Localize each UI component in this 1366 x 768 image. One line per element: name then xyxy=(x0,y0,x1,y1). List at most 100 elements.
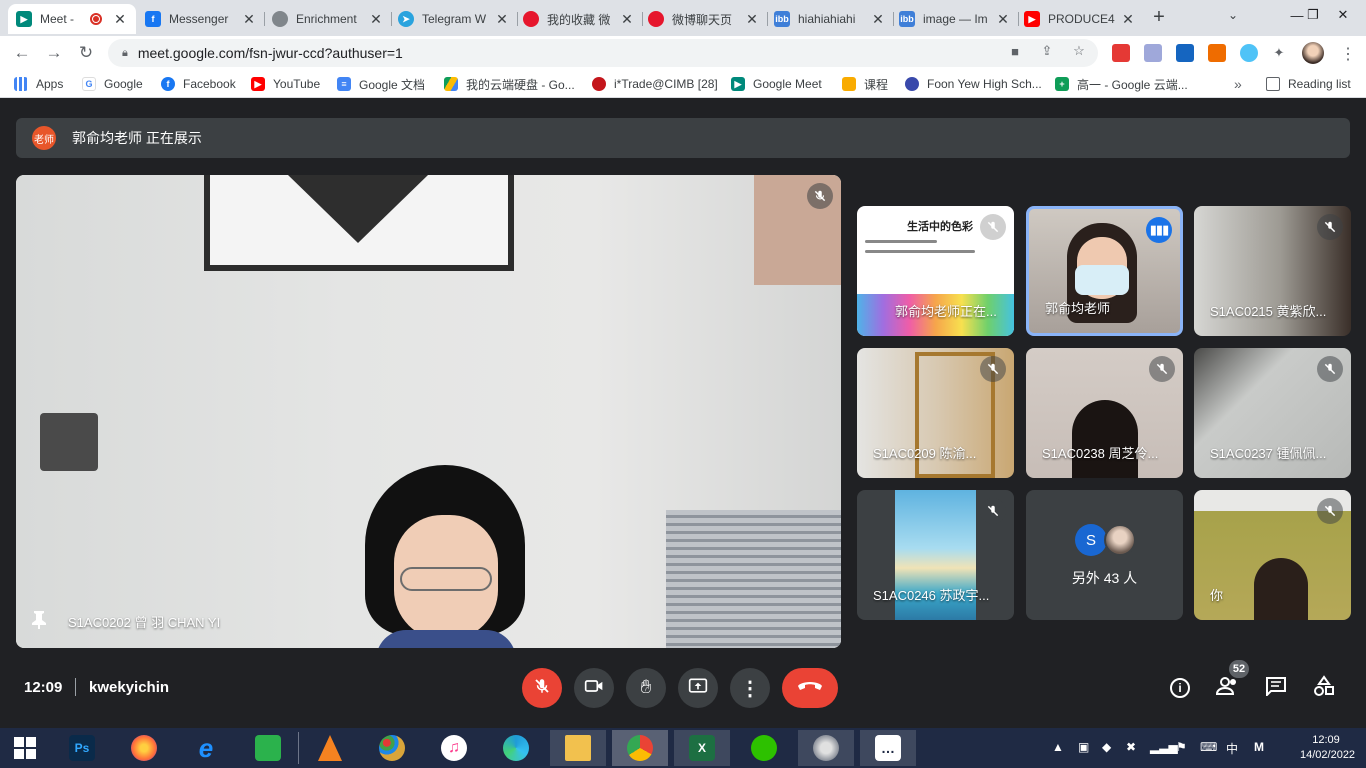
tile-participant-s1ac0246[interactable]: S1AC0246 苏政宇... xyxy=(857,490,1014,620)
bookmark-courses[interactable]: 课程 xyxy=(842,75,888,93)
more-bookmarks-chevron-icon[interactable]: » xyxy=(1234,75,1242,93)
tab-telegram[interactable]: ➤ Telegram W ✕ xyxy=(390,4,518,34)
bookmark-google-drive[interactable]: 我的云端硬盘 - Go... xyxy=(444,75,575,93)
tray-flag-icon[interactable]: ⚑ xyxy=(1176,740,1187,754)
bookmark-grade-sheet[interactable]: + 高一 - Google 云端... xyxy=(1055,75,1188,93)
tab-ibb-hiahia[interactable]: ibb hiahiahiahi ✕ xyxy=(766,4,894,34)
extension-screen-icon[interactable] xyxy=(1144,44,1162,62)
taskbar-speaker-app[interactable] xyxy=(798,730,854,766)
tile-participant-s1ac0237[interactable]: S1AC0237 锺佩佩... xyxy=(1194,348,1351,478)
tab-weibo-favorites[interactable]: 我的收藏 微 ✕ xyxy=(515,4,643,34)
ime-language-indicator[interactable]: 中 xyxy=(1226,740,1238,757)
presenting-banner: 老师 郭俞均老师 正在展示 xyxy=(16,118,1350,158)
extension-off-icon[interactable] xyxy=(1112,44,1130,62)
taskbar-file-explorer[interactable] xyxy=(550,730,606,766)
tray-box-icon[interactable]: ◆ xyxy=(1102,740,1111,754)
taskbar-vlc[interactable] xyxy=(302,730,358,766)
microphone-toggle-button[interactable] xyxy=(522,668,562,708)
bookmark-youtube[interactable]: ▶ YouTube xyxy=(251,75,320,93)
back-arrow-icon[interactable]: ← xyxy=(10,41,34,65)
reload-icon[interactable]: ↻ xyxy=(74,41,98,65)
tab-weibo-chat[interactable]: 微博聊天页 ✕ xyxy=(640,4,768,34)
profile-avatar[interactable] xyxy=(1302,42,1324,64)
tab-messenger[interactable]: f Messenger ✕ xyxy=(137,4,265,34)
close-tab-icon[interactable]: ✕ xyxy=(1120,11,1136,28)
extension-search-icon[interactable] xyxy=(1176,44,1194,62)
taskbar-excel[interactable]: X xyxy=(674,730,730,766)
reading-list-label: Reading list xyxy=(1288,77,1351,91)
tab-search-chevron-icon[interactable]: ⌄ xyxy=(1228,8,1238,22)
taskbar-edge[interactable] xyxy=(488,730,544,766)
bookmark-label: Google xyxy=(104,77,143,91)
bookmark-google-docs[interactable]: ≡ Google 文档 xyxy=(337,75,425,93)
tray-network-error-icon[interactable]: ✖ xyxy=(1126,740,1136,754)
new-tab-button[interactable]: + xyxy=(1148,6,1170,28)
close-tab-icon[interactable]: ✕ xyxy=(995,11,1011,28)
tray-keyboard-icon[interactable]: ⌨ xyxy=(1200,740,1217,754)
tile-participant-s1ac0238[interactable]: S1AC0238 周芝伶... xyxy=(1026,348,1183,478)
pin-icon[interactable] xyxy=(32,611,46,632)
close-tab-icon[interactable]: ✕ xyxy=(494,11,510,28)
tray-screen-icon[interactable]: ▣ xyxy=(1078,740,1089,754)
browser-menu-icon[interactable]: ⋮ xyxy=(1340,44,1356,64)
more-options-button[interactable]: ⋮ xyxy=(730,668,770,708)
share-icon[interactable]: ⇪ xyxy=(1038,42,1056,60)
pinned-video-tile[interactable]: S1AC0202 曾 羽 CHAN YI xyxy=(16,175,841,648)
tile-participant-s1ac0209[interactable]: S1AC0209 陈渝... xyxy=(857,348,1014,478)
camera-in-use-icon[interactable]: ■ xyxy=(1006,42,1024,60)
extension-tool-icon[interactable] xyxy=(1208,44,1226,62)
windows-start-button[interactable] xyxy=(0,730,50,766)
taskbar-internet-explorer[interactable]: e xyxy=(178,730,234,766)
camera-toggle-button[interactable] xyxy=(574,668,614,708)
tile-others[interactable]: S 另外 43 人 xyxy=(1026,490,1183,620)
extension-cloud-icon[interactable] xyxy=(1240,44,1258,62)
chat-button[interactable] xyxy=(1263,675,1289,701)
bookmark-label: Google Meet xyxy=(753,77,822,91)
close-tab-icon[interactable]: ✕ xyxy=(744,11,760,28)
taskbar-itunes[interactable]: ♫ xyxy=(426,730,482,766)
taskbar-paint[interactable] xyxy=(364,730,420,766)
bookmark-google[interactable]: G Google xyxy=(82,75,143,93)
tile-participant-s1ac0215[interactable]: S1AC0215 黄紫欣... xyxy=(1194,206,1351,336)
ime-mode-indicator[interactable]: M xyxy=(1254,740,1264,754)
taskbar-wechat[interactable] xyxy=(736,730,792,766)
puzzle-extensions-icon[interactable]: ✦ xyxy=(1270,44,1288,62)
tile-teacher[interactable]: ▮▮▮ 郭俞均老师 xyxy=(1026,206,1183,336)
activities-button[interactable] xyxy=(1311,674,1337,701)
raise-hand-button[interactable]: ✋︎ xyxy=(626,668,666,708)
reading-list-button[interactable]: Reading list xyxy=(1266,75,1351,93)
meeting-details-button[interactable]: i xyxy=(1167,675,1193,701)
taskbar-chrome[interactable] xyxy=(612,730,668,766)
address-bar[interactable]: 🔒︎ meet.google.com/fsn-jwur-ccd?authuser… xyxy=(108,39,1098,67)
bookmark-cimb[interactable]: i*Trade@CIMB [28] xyxy=(592,75,718,93)
tray-app-icon[interactable]: ▲ xyxy=(1052,740,1064,754)
tab-meet[interactable]: ▶ Meet - ✕ xyxy=(8,4,136,34)
close-window-button[interactable]: ✕ xyxy=(1320,0,1366,30)
tab-produce[interactable]: ▶ PRODUCE4 ✕ xyxy=(1016,4,1144,34)
taskbar-photoshop[interactable]: Ps xyxy=(54,730,110,766)
present-screen-button[interactable] xyxy=(678,668,718,708)
edge-icon xyxy=(503,735,529,761)
bookmark-google-meet[interactable]: ▶ Google Meet xyxy=(731,75,822,93)
tab-ibb-image[interactable]: ibb image — Im ✕ xyxy=(891,4,1019,34)
taskbar-feedback[interactable]: … xyxy=(860,730,916,766)
bookmark-star-icon[interactable]: ☆ xyxy=(1070,42,1088,60)
taskbar-clock[interactable]: 12:09 14/02/2022 xyxy=(1300,733,1355,763)
leave-call-button[interactable] xyxy=(782,668,838,708)
tray-wifi-icon[interactable]: ▂▃▅ xyxy=(1150,740,1178,754)
bookmark-facebook[interactable]: f Facebook xyxy=(161,75,236,93)
forward-arrow-icon[interactable]: → xyxy=(42,41,66,65)
tile-presentation[interactable]: 生活中的色彩 郭俞均老师正在... xyxy=(857,206,1014,336)
tile-self[interactable]: 你 xyxy=(1194,490,1351,620)
show-everyone-button[interactable] xyxy=(1215,675,1241,701)
close-tab-icon[interactable]: ✕ xyxy=(368,11,384,28)
bookmark-apps[interactable]: Apps xyxy=(14,75,63,93)
taskbar-store[interactable] xyxy=(240,730,296,766)
taskbar-firefox[interactable] xyxy=(116,730,172,766)
close-tab-icon[interactable]: ✕ xyxy=(619,11,635,28)
tab-enrichment[interactable]: Enrichment ✕ xyxy=(264,4,392,34)
close-tab-icon[interactable]: ✕ xyxy=(112,11,128,28)
close-tab-icon[interactable]: ✕ xyxy=(241,11,257,28)
bookmark-foon-yew[interactable]: Foon Yew High Sch... xyxy=(905,75,1042,93)
close-tab-icon[interactable]: ✕ xyxy=(870,11,886,28)
